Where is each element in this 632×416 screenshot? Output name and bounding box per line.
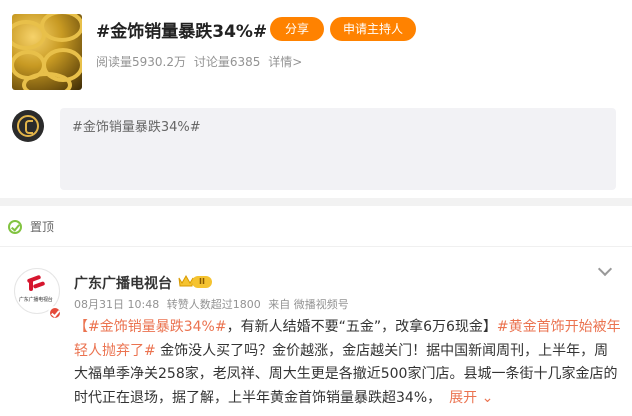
feed-card: 置顶 广东广播电视台 广东广播电视台 II 08月31日 10:48 转赞人数超… [0,206,632,416]
post-source: 来自 微播视频号 [268,298,349,311]
chevron-down-icon[interactable] [597,261,613,277]
post-date[interactable]: 08月31日 10:48 [74,298,159,311]
level-badge: II [192,276,212,288]
detail-link[interactable]: 详情> [268,55,302,69]
pinned-label-row: 置顶 [8,218,54,235]
apply-host-button[interactable]: 申请主持人 [330,17,416,41]
verified-icon [48,306,62,320]
discuss-count: 讨论量6385 [193,55,261,69]
post-text: 【#金饰销量暴跌34%#，有新人结婚不要“五金”，改拿6万6现金】#黄金首饰开始… [74,316,622,410]
post-text-part: ，有新人结婚不要“五金”，改拿6万6现金】 [226,319,497,335]
expand-link[interactable]: 展开 ⌄ [449,390,493,406]
topic-title: #金饰销量暴跌34%# [96,22,268,42]
read-count: 阅读量5930.2万 [96,55,186,69]
brand-logo-icon [17,115,39,137]
topic-host-avatar[interactable] [12,110,44,142]
topic-stats: 阅读量5930.2万 讨论量6385 详情> [96,53,306,70]
post-composer[interactable]: #金饰销量暴跌34%# [60,108,616,190]
station-logo-icon [25,274,47,291]
bracket-open: 【 [74,319,88,335]
composer-text: #金饰销量暴跌34%# [72,120,201,135]
divider [0,246,632,247]
share-button[interactable]: 分享 [270,17,324,41]
hashtag-link[interactable]: #金饰销量暴跌34%# [88,319,227,335]
expand-label: 展开 [449,389,478,406]
post-likes: 转赞人数超过1800 [166,298,261,311]
chevron-down-icon: ⌄ [477,389,494,406]
topic-header: #金饰销量暴跌34%# 分享 申请主持人 阅读量5930.2万 讨论量6385 … [0,0,632,198]
post-meta: 08月31日 10:48 转赞人数超过1800 来自 微播视频号 [74,296,353,312]
avatar-caption: 广东广播电视台 [19,297,53,303]
pin-icon [8,219,22,234]
post-text-part: 金饰没人买了吗？金价越涨，金店越关门！据中国新闻周刊，上半年，周大福单季净关25… [74,342,618,406]
pin-label: 置顶 [30,220,55,234]
author-name[interactable]: 广东广播电视台 [74,273,172,293]
topic-cover-image [12,14,82,90]
